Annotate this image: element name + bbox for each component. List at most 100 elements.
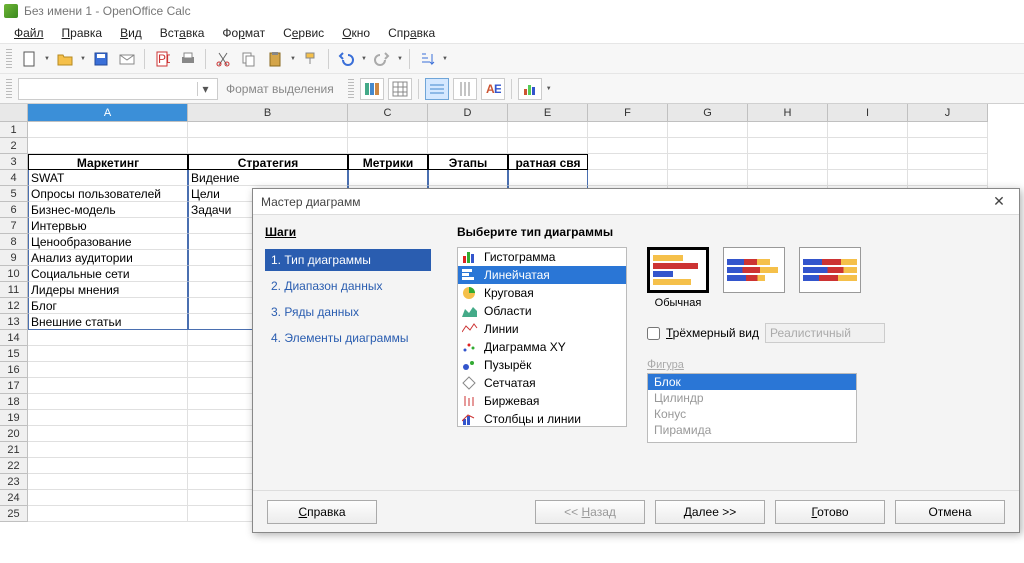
vgrid-major-icon[interactable] bbox=[453, 78, 477, 100]
data-table-icon[interactable] bbox=[388, 78, 412, 100]
col-header[interactable]: H bbox=[748, 104, 828, 122]
col-header[interactable]: D bbox=[428, 104, 508, 122]
cell[interactable]: Стратегия bbox=[188, 154, 348, 170]
cell[interactable] bbox=[908, 138, 988, 154]
toolbar-grip-icon[interactable] bbox=[348, 79, 354, 99]
row-header[interactable]: 6 bbox=[0, 202, 28, 218]
cell[interactable] bbox=[428, 122, 508, 138]
cell[interactable]: Социальные сети bbox=[28, 266, 188, 282]
cell[interactable] bbox=[28, 410, 188, 426]
type-bubble[interactable]: Пузырёк bbox=[458, 356, 626, 374]
cell[interactable] bbox=[588, 154, 668, 170]
cell[interactable]: Блог bbox=[28, 298, 188, 314]
cell[interactable]: Маркетинг bbox=[28, 154, 188, 170]
cell[interactable] bbox=[588, 122, 668, 138]
cell[interactable] bbox=[28, 490, 188, 506]
back-button[interactable]: << Назад bbox=[535, 500, 645, 524]
toolbar-grip-icon[interactable] bbox=[6, 79, 12, 99]
cell[interactable]: Этапы bbox=[428, 154, 508, 170]
cell[interactable] bbox=[28, 506, 188, 522]
col-header[interactable]: G bbox=[668, 104, 748, 122]
paste-icon[interactable] bbox=[264, 48, 286, 70]
menu-edit[interactable]: Правка bbox=[54, 24, 111, 42]
type-bar[interactable]: Линейчатая bbox=[458, 266, 626, 284]
menu-file[interactable]: Файл bbox=[6, 24, 52, 42]
type-net[interactable]: Сетчатая bbox=[458, 374, 626, 392]
export-pdf-icon[interactable]: PDF bbox=[151, 48, 173, 70]
cell[interactable] bbox=[908, 154, 988, 170]
cell[interactable] bbox=[28, 330, 188, 346]
row-header[interactable]: 17 bbox=[0, 378, 28, 394]
col-header[interactable]: C bbox=[348, 104, 428, 122]
type-stock[interactable]: Биржевая bbox=[458, 392, 626, 410]
cancel-button[interactable]: Отмена bbox=[895, 500, 1005, 524]
cell[interactable] bbox=[28, 346, 188, 362]
cell[interactable]: Анализ аудитории bbox=[28, 250, 188, 266]
cell[interactable]: Интервью bbox=[28, 218, 188, 234]
cell[interactable]: Опросы пользователей bbox=[28, 186, 188, 202]
email-icon[interactable] bbox=[116, 48, 138, 70]
cell[interactable] bbox=[828, 122, 908, 138]
cell[interactable] bbox=[668, 170, 748, 186]
cell[interactable] bbox=[28, 122, 188, 138]
subtype-percent[interactable] bbox=[799, 247, 861, 293]
cell[interactable]: SWAT bbox=[28, 170, 188, 186]
row-header[interactable]: 24 bbox=[0, 490, 28, 506]
step-data-series[interactable]: 3. Ряды данных bbox=[265, 301, 431, 323]
cell[interactable] bbox=[28, 442, 188, 458]
cell[interactable] bbox=[748, 154, 828, 170]
cell[interactable] bbox=[348, 122, 428, 138]
type-column-line[interactable]: Столбцы и линии bbox=[458, 410, 626, 427]
row-header[interactable]: 22 bbox=[0, 458, 28, 474]
shape-pyramid[interactable]: Пирамида bbox=[648, 422, 856, 438]
cell[interactable] bbox=[28, 458, 188, 474]
row-header[interactable]: 12 bbox=[0, 298, 28, 314]
cell[interactable] bbox=[748, 138, 828, 154]
col-header[interactable]: I bbox=[828, 104, 908, 122]
shape-cone[interactable]: Конус bbox=[648, 406, 856, 422]
dialog-title-bar[interactable]: Мастер диаграмм ✕ bbox=[253, 189, 1019, 215]
cell[interactable] bbox=[508, 122, 588, 138]
row-header[interactable]: 16 bbox=[0, 362, 28, 378]
col-header[interactable]: E bbox=[508, 104, 588, 122]
cell[interactable] bbox=[908, 170, 988, 186]
3d-checkbox[interactable] bbox=[647, 327, 660, 340]
cell[interactable]: Лидеры мнения bbox=[28, 282, 188, 298]
chart-type-icon[interactable] bbox=[518, 78, 542, 100]
cell[interactable] bbox=[428, 138, 508, 154]
type-column[interactable]: Гистограмма bbox=[458, 248, 626, 266]
menu-window[interactable]: Окно bbox=[334, 24, 378, 42]
row-header[interactable]: 14 bbox=[0, 330, 28, 346]
next-button[interactable]: Далее >> bbox=[655, 500, 765, 524]
row-header[interactable]: 9 bbox=[0, 250, 28, 266]
copy-icon[interactable] bbox=[238, 48, 260, 70]
data-range-icon[interactable] bbox=[360, 78, 384, 100]
step-chart-type[interactable]: 1. Тип диаграммы bbox=[265, 249, 431, 271]
cell[interactable] bbox=[28, 394, 188, 410]
cell[interactable] bbox=[508, 170, 588, 186]
cell[interactable] bbox=[828, 154, 908, 170]
new-doc-dropdown[interactable]: ▼ bbox=[44, 48, 50, 70]
subtype-stacked[interactable] bbox=[723, 247, 785, 293]
row-header[interactable]: 1 bbox=[0, 122, 28, 138]
redo-icon[interactable] bbox=[371, 48, 393, 70]
cell[interactable] bbox=[428, 170, 508, 186]
undo-icon[interactable] bbox=[335, 48, 357, 70]
cell[interactable]: Метрики bbox=[348, 154, 428, 170]
menu-help[interactable]: Справка bbox=[380, 24, 443, 42]
cell[interactable] bbox=[28, 378, 188, 394]
sort-dropdown[interactable]: ▼ bbox=[442, 48, 448, 70]
new-doc-icon[interactable] bbox=[18, 48, 40, 70]
type-area[interactable]: Области bbox=[458, 302, 626, 320]
menu-view[interactable]: Вид bbox=[112, 24, 150, 42]
cell[interactable] bbox=[348, 170, 428, 186]
finish-button[interactable]: Готово bbox=[775, 500, 885, 524]
cell[interactable] bbox=[668, 138, 748, 154]
row-header[interactable]: 20 bbox=[0, 426, 28, 442]
cell[interactable]: Бизнес-модель bbox=[28, 202, 188, 218]
menu-format[interactable]: Формат bbox=[214, 24, 273, 42]
open-icon[interactable] bbox=[54, 48, 76, 70]
cell[interactable] bbox=[748, 122, 828, 138]
step-chart-elements[interactable]: 4. Элементы диаграммы bbox=[265, 327, 431, 349]
toolbar-grip-icon[interactable] bbox=[6, 49, 12, 69]
